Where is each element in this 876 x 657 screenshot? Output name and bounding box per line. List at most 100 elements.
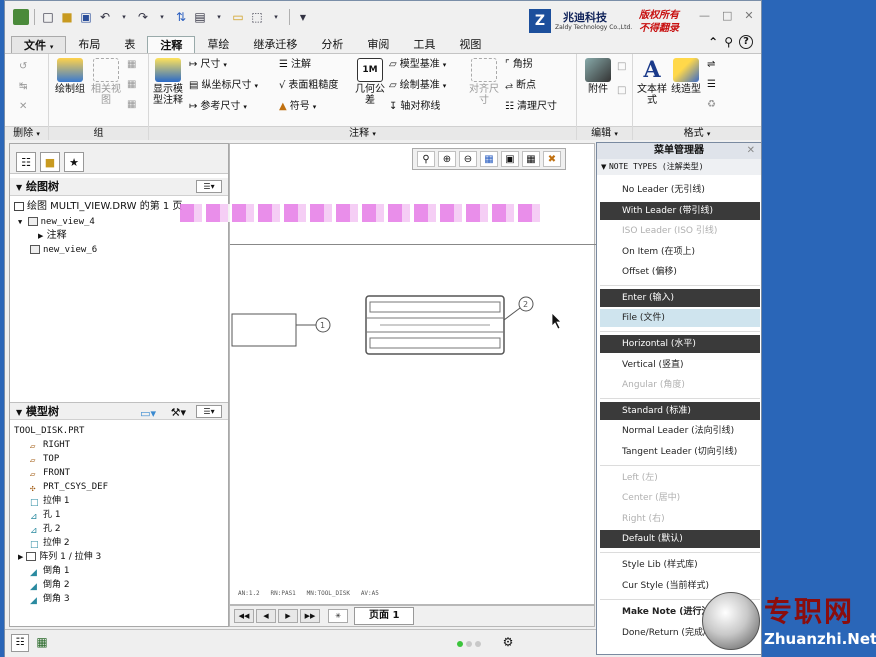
group-tool-icon-1[interactable]: ▦	[127, 58, 136, 72]
view-4-outline[interactable]	[231, 313, 297, 347]
dropdown-icon[interactable]: ▾	[211, 9, 227, 25]
tree-item-datum-plane[interactable]: ▱ FRONT	[10, 466, 228, 480]
search-icon[interactable]: ⚲	[724, 35, 733, 49]
tree-item-datum-plane[interactable]: ▱ RIGHT	[10, 438, 228, 452]
navigator-toggle-icon[interactable]: ☷	[11, 634, 29, 652]
display-style-icon[interactable]: ▣	[501, 151, 519, 167]
close-window-icon[interactable]: ▭	[230, 9, 246, 25]
drawing-tree-header[interactable]: ▼ 绘图树 ☰▾	[10, 178, 228, 196]
menu-item-standard[interactable]: Standard (标准)	[600, 402, 760, 420]
format-tool-icon-1[interactable]: ⇌	[707, 58, 715, 72]
save-icon[interactable]: ▣	[78, 9, 94, 25]
menu-section-header[interactable]: ▼ NOTE TYPES (注解类型)	[597, 159, 761, 175]
tree-item-chamfer[interactable]: ◢ 倒角 3	[10, 592, 228, 606]
tab-table[interactable]: 表	[112, 36, 147, 53]
attachment-button[interactable]: 附件	[581, 58, 615, 95]
menu-item-offset[interactable]: Offset (偏移)	[600, 263, 760, 281]
minimize-icon[interactable]: —	[699, 9, 710, 22]
relative-view-button[interactable]: 相关视图	[89, 58, 123, 106]
note-button[interactable]: ☰ 注解	[279, 58, 311, 72]
symbol-button[interactable]: ▲ 符号 ▾	[279, 100, 316, 114]
close-icon[interactable]: ✕	[747, 143, 755, 159]
help-icon[interactable]: ?	[739, 35, 753, 49]
zoom-out-icon[interactable]: ⊖	[459, 151, 477, 167]
tree-item-pattern[interactable]: ▶ 阵列 1 / 拉伸 3	[10, 550, 228, 564]
align-dimension-button[interactable]: 对齐尺寸	[467, 58, 501, 106]
tab-tools[interactable]: 工具	[401, 36, 447, 53]
select-box-icon[interactable]: ⬚	[249, 9, 265, 25]
previous-page-icon[interactable]: ◀	[256, 609, 276, 623]
annotation-display-icon[interactable]: ✖	[543, 151, 561, 167]
tree-settings-icon[interactable]: ☰▾	[196, 180, 222, 193]
axis-symmetry-button[interactable]: ↧ 轴对称线	[389, 100, 440, 114]
tab-view[interactable]: 视图	[447, 36, 493, 53]
group-label-edit[interactable]: 编辑 ▾	[577, 126, 632, 140]
dimension-button[interactable]: ↦ 尺寸 ▾	[189, 58, 227, 72]
group-tool-icon-3[interactable]: ▦	[127, 98, 136, 112]
reference-dimension-button[interactable]: ↦ 参考尺寸 ▾	[189, 100, 247, 114]
model-datum-button[interactable]: ▱ 模型基准 ▾	[389, 58, 446, 72]
tree-item-datum-plane[interactable]: ▱ TOP	[10, 452, 228, 466]
tab-annotate[interactable]: 注释	[147, 36, 196, 53]
menu-item-on-item[interactable]: On Item (在项上)	[600, 243, 760, 261]
first-page-icon[interactable]: ◀◀	[234, 609, 254, 623]
group-tool-icon-2[interactable]: ▦	[127, 78, 136, 92]
corner-button[interactable]: ⌜ 角拐	[505, 58, 533, 72]
group-label-annotate[interactable]: 注释 ▾	[149, 126, 576, 140]
menu-item-file[interactable]: File (文件)	[600, 309, 760, 327]
geometric-tolerance-button[interactable]: 1M 几何公差	[353, 58, 387, 106]
tab-review[interactable]: 审阅	[355, 36, 401, 53]
windows-icon[interactable]: ▤	[192, 9, 208, 25]
format-tool-icon-2[interactable]: ☰	[707, 78, 716, 92]
tree-item-csys[interactable]: ✣ PRT_CSYS_DEF	[10, 480, 228, 494]
tree-item-view[interactable]: new_view_6	[10, 243, 228, 257]
tree-item-chamfer[interactable]: ◢ 倒角 1	[10, 564, 228, 578]
collapse-ribbon-icon[interactable]: ⌃	[708, 35, 718, 49]
menu-item-tangent-leader[interactable]: Tangent Leader (切向引线)	[600, 443, 760, 461]
regenerate-icon[interactable]: ⇅	[173, 9, 189, 25]
tree-item-extrude[interactable]: □ 拉伸 1	[10, 494, 228, 508]
delete-icon-2[interactable]: ↹	[19, 80, 27, 94]
tree-item-annotation[interactable]: ▶ 注释	[10, 229, 228, 243]
draw-datum-button[interactable]: ▱ 绘制基准 ▾	[389, 79, 446, 93]
open-folder-icon[interactable]: ■	[59, 9, 75, 25]
redo-icon[interactable]: ↷	[135, 9, 151, 25]
menu-item-normal-leader[interactable]: Normal Leader (法向引线)	[600, 422, 760, 440]
group-label-format[interactable]: 格式 ▾	[633, 126, 761, 140]
surface-finish-button[interactable]: √ 表面粗糙度	[279, 79, 338, 93]
menu-item-default[interactable]: Default (默认)	[600, 530, 760, 548]
tab-file[interactable]: 文件 ▾	[11, 36, 67, 53]
edit-tool-icon-2[interactable]: □	[617, 84, 626, 98]
delete-icon-1[interactable]: ↺	[19, 60, 27, 74]
menu-item-horizontal[interactable]: Horizontal (水平)	[600, 335, 760, 353]
line-style-button[interactable]: 线造型	[669, 58, 703, 95]
dropdown-icon[interactable]: ▾	[116, 9, 132, 25]
zoom-in-icon[interactable]: ⊕	[438, 151, 456, 167]
repaint-icon[interactable]: ▦	[480, 151, 498, 167]
menu-item-vertical[interactable]: Vertical (竖直)	[600, 356, 760, 374]
drawing-canvas[interactable]: ⚲ ⊕ ⊖ ▦ ▣ ▦ ✖ 1 2 AN:1.2 RN:PAS1 MN:TOOL…	[180, 143, 596, 605]
cleanup-dimension-button[interactable]: ☷ 清理尺寸	[505, 100, 557, 114]
customize-dropdown-icon[interactable]: ▼	[295, 9, 311, 25]
next-page-icon[interactable]: ▶	[278, 609, 298, 623]
tree-item-hole[interactable]: ⊿ 孔 2	[10, 522, 228, 536]
tab-layout[interactable]: 布局	[66, 36, 112, 53]
tab-sketch[interactable]: 草绘	[195, 36, 241, 53]
app-icon[interactable]	[13, 9, 29, 25]
page-tab[interactable]: 页面 1	[354, 607, 415, 625]
close-icon[interactable]: ✕	[744, 9, 753, 22]
ordinate-dimension-button[interactable]: ▤ 纵坐标尺寸 ▾	[189, 79, 258, 93]
edit-tool-icon-1[interactable]: □	[617, 60, 626, 74]
delete-x-icon[interactable]: ✕	[19, 100, 27, 114]
show-icon[interactable]: ▭▾	[140, 405, 156, 423]
dropdown-icon[interactable]: ▾	[154, 9, 170, 25]
datum-display-icon[interactable]: ▦	[522, 151, 540, 167]
menu-item-style-lib[interactable]: Style Lib (样式库)	[600, 556, 760, 574]
show-model-annotation-button[interactable]: 显示模型注释	[151, 58, 185, 106]
favorites-tab-icon[interactable]: ★	[64, 152, 84, 172]
tree-item-extrude[interactable]: □ 拉伸 2	[10, 536, 228, 550]
tab-analysis[interactable]: 分析	[309, 36, 355, 53]
group-label-delete[interactable]: 删除 ▾	[5, 126, 48, 140]
tree-settings-icon[interactable]: ☰▾	[196, 405, 222, 418]
model-tree-tab-icon[interactable]: ☷	[16, 152, 36, 172]
